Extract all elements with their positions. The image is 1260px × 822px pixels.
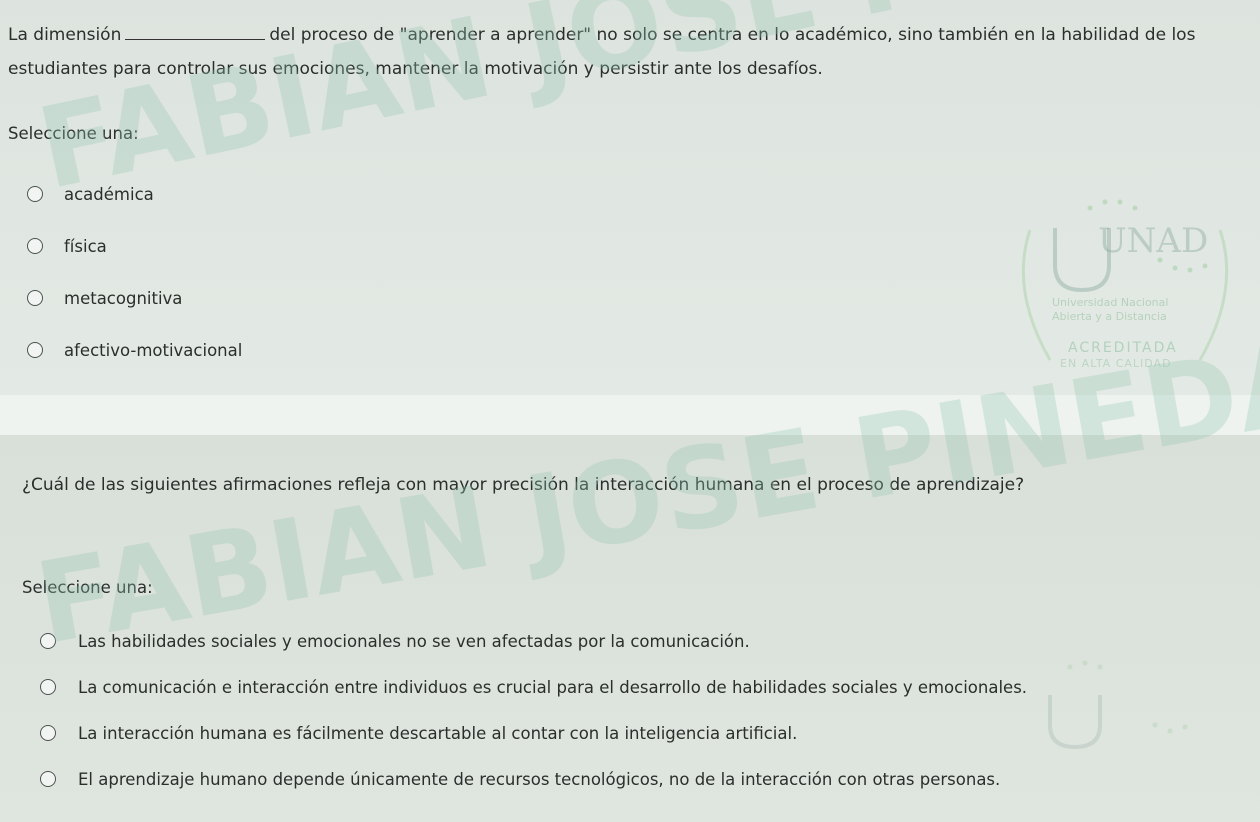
radio-button[interactable] <box>40 633 56 649</box>
option-item[interactable]: Las habilidades sociales y emocionales n… <box>40 618 1027 664</box>
unad-logo-watermark <box>1048 660 1188 750</box>
question-text: La dimensión del proceso de "aprender a a… <box>8 18 1248 86</box>
logo-badge: ACREDITADA <box>1068 340 1178 356</box>
option-item[interactable]: La comunicación e interacción entre indi… <box>40 664 1027 710</box>
radio-button[interactable] <box>40 679 56 695</box>
option-label: metacognitiva <box>64 288 183 308</box>
option-item[interactable]: académica <box>27 168 242 220</box>
option-item[interactable]: El aprendizaje humano depende únicamente… <box>40 756 1027 802</box>
question-separator <box>0 395 1260 435</box>
question-text-start: La dimensión <box>8 25 122 45</box>
radio-button[interactable] <box>40 771 56 787</box>
logo-badge-2: EN ALTA CALIDAD <box>1060 357 1172 370</box>
question-block-2: ¿Cuál de las siguientes afirmaciones ref… <box>0 273 1260 822</box>
select-label: Seleccione una: <box>22 578 153 597</box>
option-label: física <box>64 236 107 256</box>
options-list: Las habilidades sociales y emocionales n… <box>40 618 1027 802</box>
answer-blank <box>125 25 266 40</box>
option-label: El aprendizaje humano depende únicamente… <box>78 769 1001 789</box>
radio-button[interactable] <box>40 725 56 741</box>
options-list: académica física metacognitiva afectivo-… <box>27 168 242 376</box>
radio-button[interactable] <box>27 186 43 202</box>
option-label: Las habilidades sociales y emocionales n… <box>78 631 750 651</box>
option-label: La comunicación e interacción entre indi… <box>78 677 1028 697</box>
option-item[interactable]: afectivo-motivacional <box>27 324 242 376</box>
logo-line-1: Universidad Nacional <box>1052 296 1168 309</box>
option-label: académica <box>64 184 154 204</box>
question-block-1: La dimensión del proceso de "aprender a a… <box>0 0 1260 395</box>
radio-button[interactable] <box>27 238 43 254</box>
logo-line-2: Abierta y a Distancia <box>1052 310 1167 323</box>
question-text: ¿Cuál de las siguientes afirmaciones ref… <box>22 475 1025 495</box>
option-item[interactable]: física <box>27 220 242 272</box>
radio-button[interactable] <box>27 342 43 358</box>
select-label: Seleccione una: <box>8 124 139 143</box>
option-item[interactable]: metacognitiva <box>27 272 242 324</box>
option-item[interactable]: La interacción humana es fácilmente desc… <box>40 710 1027 756</box>
logo-letters: UNAD <box>1098 221 1208 261</box>
radio-button[interactable] <box>27 290 43 306</box>
option-label: La interacción humana es fácilmente desc… <box>78 723 798 743</box>
option-label: afectivo-motivacional <box>64 340 243 360</box>
unad-logo-watermark: UNAD Universidad Nacional Abierta y a Di… <box>1021 199 1229 370</box>
